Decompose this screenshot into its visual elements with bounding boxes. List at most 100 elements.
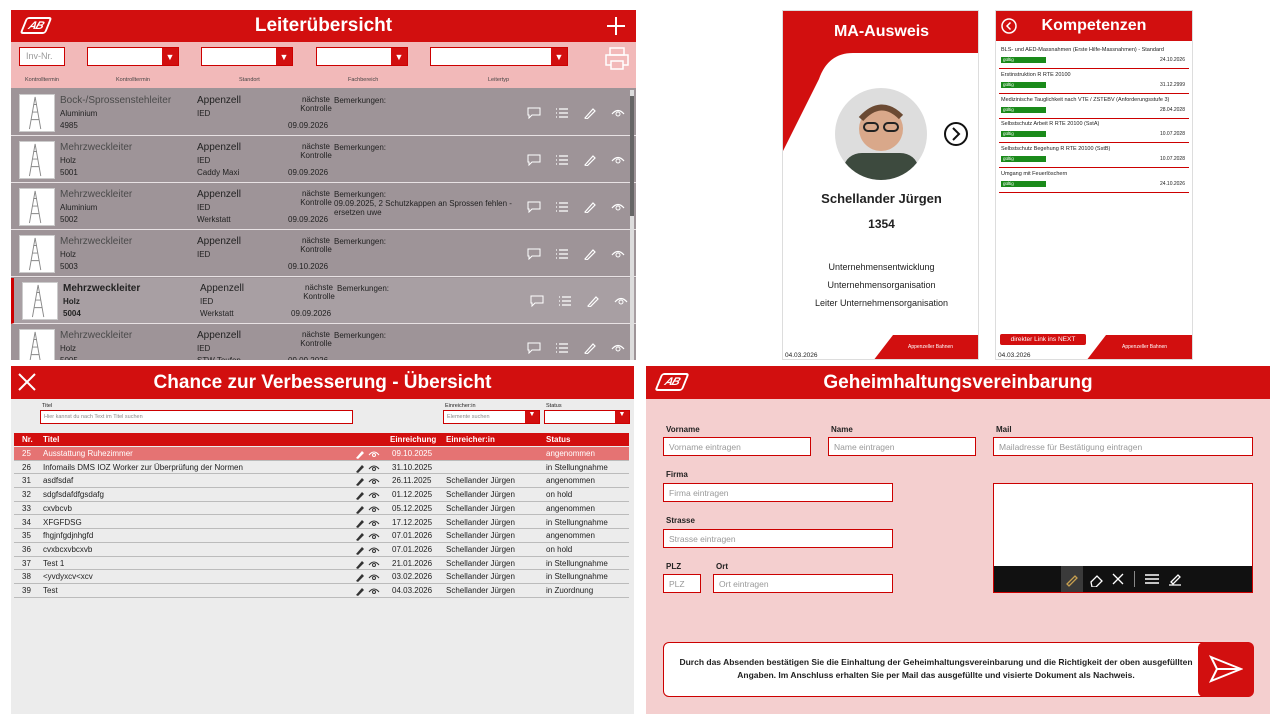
comment-icon[interactable] [527, 154, 541, 166]
standort-select[interactable]: ▼ [201, 47, 293, 66]
plus-icon[interactable] [606, 16, 626, 36]
competence-date: 24.10.2026 [1159, 57, 1185, 63]
send-button[interactable] [1198, 642, 1254, 697]
comment-icon[interactable] [530, 295, 544, 307]
list-icon[interactable] [555, 107, 569, 119]
table-row[interactable]: 37 Test 1 21.01.2026 Schellander Jürgen in S… [14, 557, 629, 571]
table-row[interactable]: 38 <yvdyxcv<xcv 03.02.2026 Schellander Jürg… [14, 570, 629, 584]
remarks-text: 09.09.2025, 2 Schutzkappen an Sprossen f… [334, 199, 512, 217]
row-status: on hold [546, 544, 573, 554]
edit-icon[interactable] [583, 154, 597, 166]
edit-icon[interactable] [355, 449, 365, 459]
edit-icon[interactable] [586, 295, 600, 307]
table-row[interactable]: 26 Infomails DMS IOZ Worker zur Überprüfu… [14, 461, 629, 475]
ladder-row[interactable]: Mehrzweckleiter Aluminium 5002 Appenzell IED… [11, 184, 636, 230]
edit-icon[interactable] [355, 559, 365, 569]
list-icon[interactable] [555, 248, 569, 260]
comment-icon[interactable] [527, 201, 541, 213]
strasse-input[interactable]: Strasse eintragen [663, 529, 893, 548]
edit-icon[interactable] [355, 463, 365, 473]
plz-input[interactable]: PLZ [663, 574, 701, 593]
table-row[interactable]: 32 sdgfsdafdfgsdafg 01.12.2025 Schellander … [14, 488, 629, 502]
table-row[interactable]: 35 fhgjnfgdjnhgfd 07.01.2026 Schellander Jü… [14, 529, 629, 543]
edit-icon[interactable] [583, 107, 597, 119]
leitertyp-select[interactable]: ▼ [430, 47, 568, 66]
ladder-row[interactable]: Bock-/Sprossenstehleiter Aluminium 4985 App… [11, 90, 636, 136]
filter-label: Standort [239, 77, 260, 83]
signature-pad[interactable] [993, 483, 1253, 593]
edit-icon[interactable] [355, 531, 365, 542]
view-icon[interactable] [611, 154, 625, 166]
fachbereich-select[interactable]: ▼ [316, 47, 408, 66]
view-icon[interactable] [368, 476, 380, 486]
edit-icon[interactable] [355, 545, 365, 555]
list-icon[interactable] [555, 201, 569, 213]
list-icon[interactable] [558, 295, 572, 307]
view-icon[interactable] [368, 572, 380, 582]
table-row[interactable]: 25 Ausstattung Ruhezimmer 09.10.2025 angeno… [14, 447, 629, 461]
edit-icon[interactable] [583, 201, 597, 213]
row-status: angenommen [546, 531, 595, 541]
competence-item: Medizinische Tauglichkeit nach VTE / ZST… [999, 94, 1189, 119]
employee-name: Schellander Jürgen [821, 191, 942, 206]
edit-icon[interactable] [355, 518, 365, 528]
vorname-input[interactable]: Vorname eintragen [663, 437, 811, 456]
edit-icon[interactable] [355, 490, 365, 501]
ladder-row[interactable]: Mehrzweckleiter Holz 5003 Appenzell IED nächs… [11, 231, 636, 277]
view-icon[interactable] [368, 490, 380, 500]
next-link-button[interactable]: direkter Link ins NEXT [1000, 334, 1086, 345]
back-arrow-icon[interactable] [1001, 18, 1017, 34]
view-icon[interactable] [611, 248, 625, 260]
einreicher-select[interactable]: Elemente suchen ▼ [443, 410, 540, 424]
mail-input[interactable]: Mailadresse für Bestätigung eintragen [993, 437, 1253, 456]
ort-input[interactable]: Ort eintragen [713, 574, 893, 593]
comment-icon[interactable] [527, 342, 541, 354]
edit-icon[interactable] [583, 342, 597, 354]
ladder-row[interactable]: Mehrzweckleiter Holz 5004 Appenzell IED Werks… [11, 278, 636, 324]
view-icon[interactable] [368, 449, 380, 459]
edit-icon[interactable] [355, 572, 365, 583]
name-input[interactable]: Name eintragen [828, 437, 976, 456]
scrollbar[interactable] [630, 90, 634, 360]
ladder-row[interactable]: Mehrzweckleiter Holz 5001 Appenzell IED Caddy… [11, 137, 636, 183]
table-row[interactable]: 31 asdfsdaf 26.11.2025 Schellander Jürgen an… [14, 474, 629, 489]
clear-icon[interactable] [1110, 571, 1126, 587]
view-icon[interactable] [368, 586, 380, 596]
view-icon[interactable] [611, 107, 625, 119]
comment-icon[interactable] [527, 248, 541, 260]
view-icon[interactable] [368, 545, 380, 555]
table-row[interactable]: 34 XFGFDSG 17.12.2025 Schellander Jürgen in … [14, 516, 629, 530]
edit-icon[interactable] [355, 586, 365, 596]
table-row[interactable]: 36 cvxbcxvbcxvb 07.01.2026 Schellander Jürg… [14, 543, 629, 557]
eraser-icon[interactable] [1088, 571, 1104, 587]
edit-icon[interactable] [355, 504, 365, 514]
edit-icon[interactable] [583, 248, 597, 260]
view-icon[interactable] [368, 463, 380, 473]
kontrolltermin-select[interactable]: ▼ [87, 47, 179, 66]
edit-color-icon[interactable] [1167, 571, 1183, 587]
view-icon[interactable] [611, 342, 625, 354]
comment-icon[interactable] [527, 107, 541, 119]
view-icon[interactable] [368, 518, 380, 528]
inv-nr-input[interactable]: Inv-Nr. [19, 47, 65, 66]
list-icon[interactable] [555, 154, 569, 166]
view-icon[interactable] [614, 295, 628, 307]
printer-icon[interactable] [604, 47, 630, 71]
view-icon[interactable] [368, 531, 380, 541]
pen-icon[interactable] [1064, 571, 1080, 587]
view-icon[interactable] [611, 201, 625, 213]
view-icon[interactable] [368, 559, 380, 569]
title-search-input[interactable]: Hier kannst du nach Text im Titel suchen [40, 410, 353, 424]
table-row[interactable]: 39 Test 04.03.2026 Schellander Jürgen in Zuo… [14, 584, 629, 598]
firma-input[interactable]: Firma eintragen [663, 483, 893, 502]
edit-icon[interactable] [355, 476, 365, 487]
ladder-row[interactable]: Mehrzweckleiter Holz 5005 Appenzell IED STW T… [11, 325, 636, 360]
ladder-department: IED [197, 203, 211, 212]
stroke-width-icon[interactable] [1144, 571, 1160, 587]
list-icon[interactable] [555, 342, 569, 354]
status-select[interactable]: ▼ [544, 410, 630, 424]
close-icon[interactable] [17, 372, 37, 392]
view-icon[interactable] [368, 504, 380, 514]
table-row[interactable]: 33 cxvbcvb 05.12.2025 Schellander Jürgen ang… [14, 502, 629, 516]
chevron-right-circle-icon[interactable] [943, 121, 969, 147]
